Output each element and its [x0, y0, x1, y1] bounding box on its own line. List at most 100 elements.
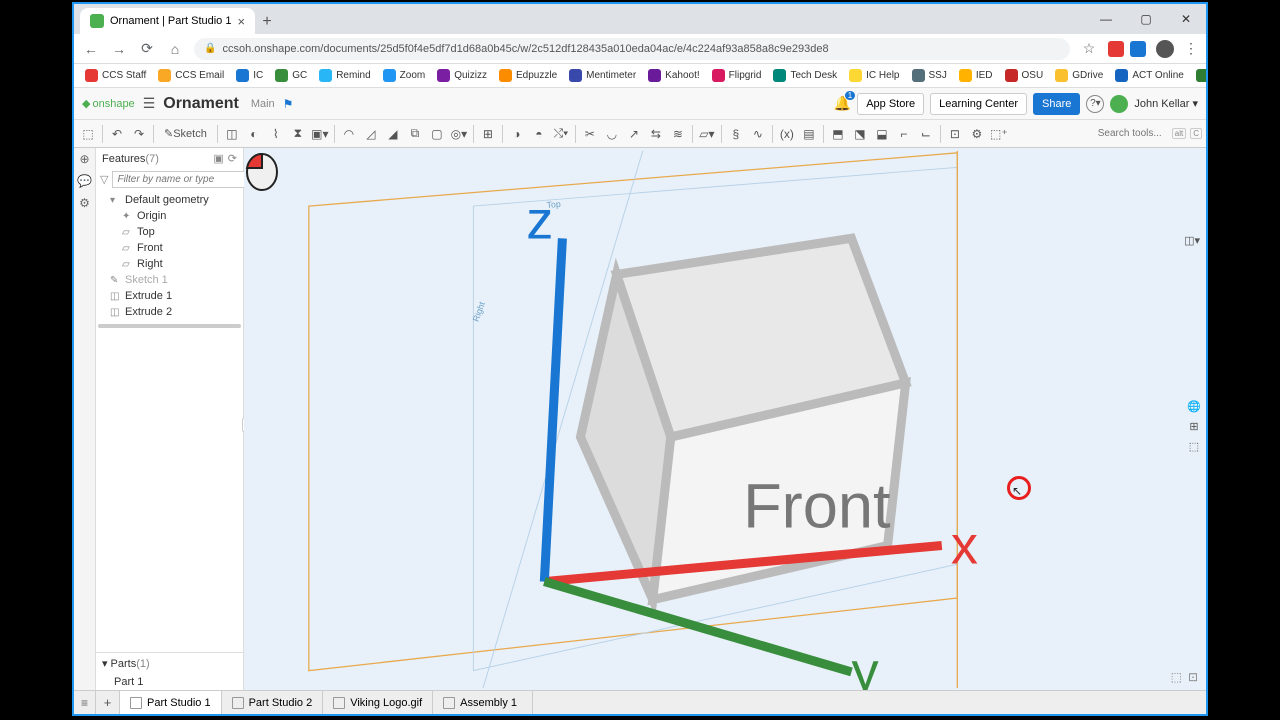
units-icon[interactable]: ⬚ — [1171, 670, 1182, 684]
browser-menu-button[interactable]: ⋮ — [1184, 40, 1198, 57]
boolean-icon[interactable]: ◑ — [507, 124, 527, 144]
close-window-button[interactable]: ✕ — [1166, 4, 1206, 34]
fillet-icon[interactable]: ◠ — [339, 124, 359, 144]
bookmark-item[interactable]: SSJ — [907, 67, 952, 84]
3d-view-tool-1[interactable]: 🌐 — [1186, 398, 1202, 414]
display-mode-button[interactable]: ◫▾ — [1184, 234, 1200, 247]
star-button[interactable]: ☆ — [1080, 40, 1098, 57]
pattern-icon[interactable]: ⊞ — [478, 124, 498, 144]
bookmark-item[interactable]: Quizizz — [432, 67, 492, 84]
profile-avatar[interactable] — [1156, 40, 1174, 58]
move-face-icon[interactable]: ↗ — [624, 124, 644, 144]
sweep-icon[interactable]: ⌇ — [266, 124, 286, 144]
parts-item[interactable]: Part 1 — [96, 674, 243, 690]
user-avatar[interactable] — [1110, 95, 1128, 113]
config-icon[interactable]: ⚙ — [967, 124, 987, 144]
redo-button[interactable]: ↷ — [129, 124, 149, 144]
custom-feature-icon[interactable]: ⬚⁺ — [989, 124, 1009, 144]
bookmark-item[interactable]: Remind — [314, 67, 375, 84]
loft-icon[interactable]: ⧗ — [288, 124, 308, 144]
bookmark-item[interactable]: Kahoot! — [643, 67, 704, 84]
document-name[interactable]: Ornament — [163, 95, 239, 113]
offset-surface-icon[interactable]: ≋ — [668, 124, 688, 144]
minimize-button[interactable]: — — [1086, 4, 1126, 34]
tree-origin[interactable]: ✦Origin — [96, 208, 243, 224]
insert-feature-icon[interactable]: ⬚ — [78, 124, 98, 144]
transform-icon[interactable]: ⤭▾ — [551, 124, 571, 144]
draft-icon[interactable]: ◢ — [383, 124, 403, 144]
app-store-button[interactable]: App Store — [857, 93, 924, 115]
rollback-bar[interactable] — [98, 324, 241, 328]
3d-view-tool-2[interactable]: ⊞ — [1186, 418, 1202, 434]
3d-viewport[interactable]: Top Right ↖ — [244, 148, 1206, 690]
bookmark-item[interactable]: Edpuzzle — [494, 67, 562, 84]
frame-icon[interactable]: ⊡ — [945, 124, 965, 144]
help-button[interactable]: ?▾ — [1086, 95, 1104, 113]
insert-icon[interactable]: ⊕ — [79, 152, 89, 166]
tab-part-studio-2[interactable]: Part Studio 2 — [222, 691, 324, 714]
modify-fillet-icon[interactable]: ◡ — [602, 124, 622, 144]
bookmark-item[interactable]: GC — [270, 67, 312, 84]
3d-view-tool-3[interactable]: ⬚ — [1186, 438, 1202, 454]
notifications-button[interactable]: 🔔1 — [834, 95, 851, 112]
plane-icon[interactable]: ▱▾ — [697, 124, 717, 144]
tree-default-geometry[interactable]: ▾Default geometry — [96, 192, 243, 208]
tree-extrude-2[interactable]: ◫Extrude 2 — [96, 304, 243, 320]
tree-extrude-1[interactable]: ◫Extrude 1 — [96, 288, 243, 304]
replace-face-icon[interactable]: ⇆ — [646, 124, 666, 144]
precision-icon[interactable]: ⊡ — [1188, 670, 1198, 684]
split-icon[interactable]: ◓ — [529, 124, 549, 144]
bookmark-item[interactable]: GDrive — [1050, 67, 1108, 84]
bookmark-item[interactable]: Tech Desk — [768, 67, 842, 84]
view-cube[interactable]: Front x z y — [244, 148, 1206, 690]
extrude-icon[interactable]: ◫ — [222, 124, 242, 144]
browser-tab[interactable]: Ornament | Part Studio 1 × — [80, 8, 255, 34]
add-tab-button[interactable]: + — [96, 691, 120, 714]
helix-icon[interactable]: § — [726, 124, 746, 144]
feature-filter-input[interactable] — [112, 171, 256, 188]
sheet-metal-icon[interactable]: ⬒ — [828, 124, 848, 144]
comments-icon[interactable]: 💬 — [77, 174, 92, 188]
tab-icon[interactable]: ⬓ — [872, 124, 892, 144]
bookmark-item[interactable]: ACT Online — [1110, 67, 1189, 84]
flange-icon[interactable]: ⬔ — [850, 124, 870, 144]
back-button[interactable]: ← — [82, 41, 100, 57]
bookmark-item[interactable]: Zoom — [378, 67, 431, 84]
bookmark-item[interactable]: Naviance — [1191, 67, 1206, 84]
bookmark-item[interactable]: IC Help — [844, 67, 904, 84]
bookmark-item[interactable]: CCS Email — [153, 67, 229, 84]
shell-icon[interactable]: ▢ — [427, 124, 447, 144]
forward-button[interactable]: → — [110, 41, 128, 57]
delete-face-icon[interactable]: ✂ — [580, 124, 600, 144]
rib-icon[interactable]: ⧉ — [405, 124, 425, 144]
ext-icon-2[interactable] — [1130, 41, 1146, 57]
revolve-icon[interactable]: ◐ — [244, 124, 264, 144]
new-tab-button[interactable]: + — [255, 10, 279, 34]
thicken-icon[interactable]: ▣▾ — [310, 124, 330, 144]
filter-icon[interactable]: ▽ — [100, 173, 108, 186]
learning-center-button[interactable]: Learning Center — [930, 93, 1027, 115]
bookmark-item[interactable]: Flipgrid — [707, 67, 767, 84]
tree-right-plane[interactable]: ▱Right — [96, 256, 243, 272]
reload-button[interactable]: ⟳ — [138, 40, 156, 57]
bookmark-item[interactable]: IED — [954, 67, 998, 84]
tab-viking-logo[interactable]: Viking Logo.gif — [323, 691, 433, 714]
tree-sketch-1[interactable]: ✎Sketch 1 — [96, 272, 243, 288]
configurations-icon[interactable]: ⚙ — [79, 196, 90, 210]
corner-icon[interactable]: ⌙ — [916, 124, 936, 144]
chamfer-icon[interactable]: ◿ — [361, 124, 381, 144]
hole-icon[interactable]: ◎▾ — [449, 124, 469, 144]
bookmark-item[interactable]: IC — [231, 67, 268, 84]
section-icon[interactable]: ▤ — [799, 124, 819, 144]
undo-button[interactable]: ↶ — [107, 124, 127, 144]
main-menu-button[interactable]: ☰ — [143, 95, 156, 112]
sketch-button[interactable]: ✎ Sketch — [158, 124, 213, 144]
close-tab-icon[interactable]: × — [237, 14, 245, 29]
share-button[interactable]: Share — [1033, 93, 1080, 115]
tab-list-button[interactable]: ≡ — [74, 691, 96, 714]
onshape-logo[interactable]: onshape — [82, 97, 135, 110]
bookmark-item[interactable]: Mentimeter — [564, 67, 641, 84]
tree-front-plane[interactable]: ▱Front — [96, 240, 243, 256]
bookmark-item[interactable]: CCS Staff — [80, 67, 151, 84]
feature-refresh-icon[interactable]: ⟳ — [228, 152, 237, 165]
